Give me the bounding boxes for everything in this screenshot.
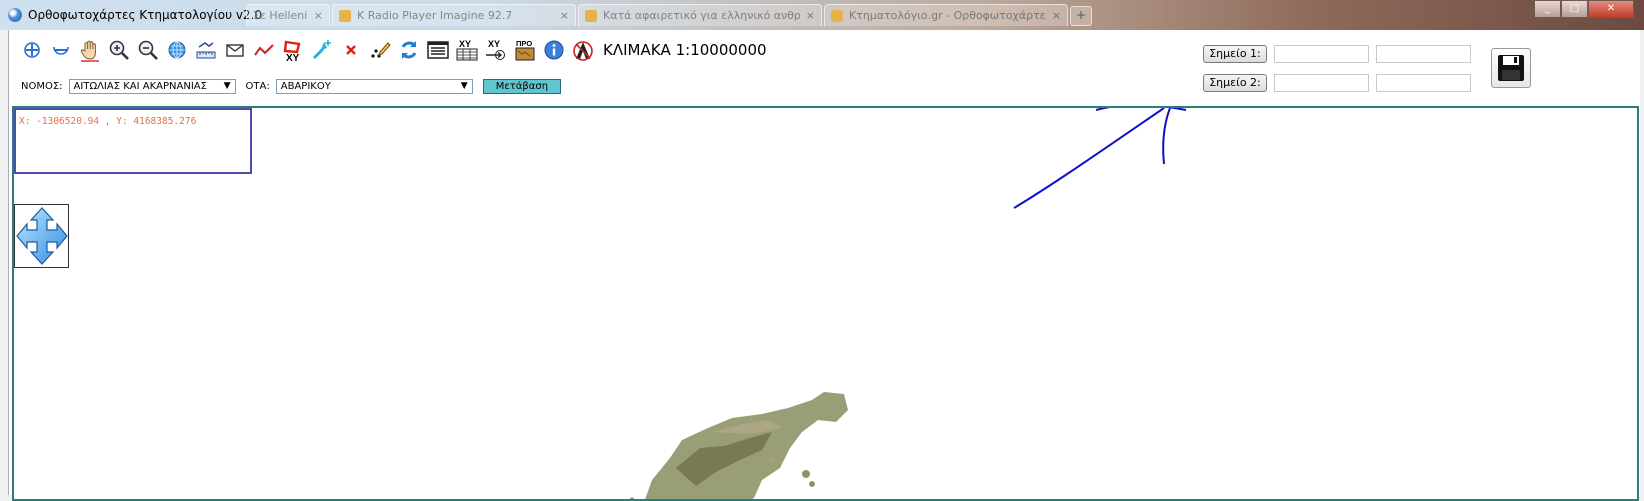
ota-label: ΟΤΑ: — [246, 81, 270, 92]
tab-label: Κατά αφαιρετικό για ελληνικό ανθρώ... — [603, 9, 800, 22]
chevron-down-icon: ▼ — [220, 80, 235, 93]
projection-button[interactable]: ΠΡΟ — [512, 37, 538, 63]
red-x-icon — [339, 38, 363, 62]
point1-y-field[interactable] — [1376, 45, 1471, 63]
globe-icon — [165, 38, 189, 62]
pencil-points-icon — [368, 38, 392, 62]
title-bar: Ορθοφωτοχάρτες Κτηματολογίου v2.0 Σε Hel… — [0, 0, 1644, 30]
nomos-value: ΑΙΤΩΛΙΑΣ ΚΑΙ ΑΚΑΡΝΑΝΙΑΣ — [74, 81, 207, 92]
four-way-arrow-icon — [16, 206, 68, 266]
filter-row: ΝΟΜΟΣ: ΑΙΤΩΛΙΑΣ ΚΑΙ ΑΚΑΡΝΑΝΙΑΣ ▼ ΟΤΑ: ΑΒ… — [21, 79, 561, 94]
full-extent-button[interactable] — [164, 37, 190, 63]
background-tabstrip: Σε Hellenic... × K Radio Player Imagine … — [246, 4, 1092, 26]
xy-table-icon: XY — [455, 38, 479, 62]
zoom-out-small-button[interactable] — [48, 37, 74, 63]
new-tab-button[interactable]: + — [1070, 6, 1092, 26]
pan-control[interactable] — [14, 204, 69, 268]
polyline-icon — [252, 38, 276, 62]
window-title: Ορθοφωτοχάρτες Κτηματολογίου v2.0 — [28, 8, 262, 22]
go-button[interactable]: Μετάβαση — [483, 79, 561, 94]
pro-map-icon: ΠΡΟ — [513, 38, 537, 62]
tab-label: Κτηματολόγιο.gr - Ορθοφωτοχάρτες - NextW… — [849, 9, 1046, 22]
magnifier-minus-icon — [136, 38, 160, 62]
coordinates-readout: X: -1306520.94 , Y: 4168385.276 — [19, 116, 196, 127]
tab-close-icon[interactable]: × — [560, 9, 569, 22]
no-label-button[interactable] — [570, 37, 596, 63]
svg-text:XY: XY — [286, 53, 300, 62]
envelope-icon — [223, 38, 247, 62]
minimize-button[interactable]: _ — [1534, 0, 1561, 18]
browser-tab[interactable]: Κτηματολόγιο.gr - Ορθοφωτοχάρτες - NextW… — [824, 4, 1068, 26]
app-client-area: XY XY XY ΠΡΟ ΚΛΙΜΑΚΑ 1:1 — [8, 30, 1640, 495]
tab-close-icon[interactable]: × — [314, 9, 323, 22]
ruler-icon — [194, 38, 218, 62]
point2-button[interactable]: Σημείο 2: — [1203, 74, 1267, 92]
scale-label: ΚΛΙΜΑΚΑ 1:10000000 — [603, 41, 767, 59]
xy-arrow-icon: XY — [484, 38, 508, 62]
nomos-label: ΝΟΜΟΣ: — [21, 81, 63, 92]
hand-drawn-arrow-annotation — [1004, 106, 1204, 214]
window-controls: _ □ ✕ — [1534, 0, 1634, 18]
ota-select[interactable]: ΑΒΑΡΙΚΟΥ ▼ — [276, 79, 473, 94]
no-a-icon — [571, 38, 595, 62]
select-point-button[interactable] — [309, 37, 335, 63]
xy-goto-button[interactable]: XY — [483, 37, 509, 63]
map-toolbar: XY XY XY ΠΡΟ ΚΛΙΜΑΚΑ 1:1 — [19, 36, 767, 64]
point1-x-field[interactable] — [1274, 45, 1369, 63]
magnifier-plus-icon — [107, 38, 131, 62]
zoom-in-button[interactable] — [106, 37, 132, 63]
edit-points-button[interactable] — [367, 37, 393, 63]
tab-favicon-icon — [831, 10, 843, 22]
save-button[interactable] — [1491, 48, 1531, 88]
floppy-disk-icon — [1496, 53, 1526, 83]
measure-button[interactable] — [193, 37, 219, 63]
info-icon — [542, 38, 566, 62]
tab-favicon-icon — [585, 10, 597, 22]
browser-tab[interactable]: K Radio Player Imagine 92.7 × — [332, 4, 576, 26]
xy-table-button[interactable]: XY — [454, 37, 480, 63]
info-button[interactable] — [541, 37, 567, 63]
svg-text:ΠΡΟ: ΠΡΟ — [516, 39, 532, 48]
hand-icon — [78, 38, 102, 62]
nomos-select[interactable]: ΑΙΤΩΛΙΑΣ ΚΑΙ ΑΚΑΡΝΑΝΙΑΣ ▼ — [69, 79, 236, 94]
point1-button[interactable]: Σημείο 1: — [1203, 45, 1267, 63]
star-point-icon — [310, 38, 334, 62]
window-list-icon — [426, 38, 450, 62]
point2-y-field[interactable] — [1376, 74, 1471, 92]
layers-button[interactable] — [425, 37, 451, 63]
chevron-down-icon: ▼ — [457, 80, 472, 93]
svg-text:XY: XY — [459, 39, 471, 49]
maximize-button[interactable]: □ — [1561, 0, 1588, 18]
coordinates-box: X: -1306520.94 , Y: 4168385.276 — [14, 108, 252, 174]
point2-x-field[interactable] — [1274, 74, 1369, 92]
email-button[interactable] — [222, 37, 248, 63]
browser-tab[interactable]: Σε Hellenic... × — [246, 4, 330, 26]
clear-button[interactable] — [338, 37, 364, 63]
close-button[interactable]: ✕ — [1588, 0, 1634, 18]
orthophoto-map-greece — [612, 388, 862, 501]
map-viewport[interactable]: X: -1306520.94 , Y: 4168385.276 — [12, 106, 1639, 501]
tab-favicon-icon — [339, 10, 351, 22]
tab-close-icon[interactable]: × — [806, 9, 815, 22]
refresh-icon — [397, 38, 421, 62]
plus-circle-icon — [20, 38, 44, 62]
ota-value: ΑΒΑΡΙΚΟΥ — [281, 81, 331, 92]
zoom-in-small-button[interactable] — [19, 37, 45, 63]
pan-button[interactable] — [77, 37, 103, 63]
minus-circle-icon — [49, 38, 73, 62]
tab-label: Σε Hellenic... — [253, 9, 308, 22]
svg-text:XY: XY — [488, 39, 500, 49]
polyline-button[interactable] — [251, 37, 277, 63]
tab-close-icon[interactable]: × — [1052, 9, 1061, 22]
refresh-button[interactable] — [396, 37, 422, 63]
polygon-xy-button[interactable]: XY — [280, 37, 306, 63]
browser-tab[interactable]: Κατά αφαιρετικό για ελληνικό ανθρώ... × — [578, 4, 822, 26]
app-globe-icon — [8, 8, 22, 22]
zoom-out-button[interactable] — [135, 37, 161, 63]
polygon-xy-icon: XY — [281, 38, 305, 62]
tab-label: K Radio Player Imagine 92.7 — [357, 9, 554, 22]
